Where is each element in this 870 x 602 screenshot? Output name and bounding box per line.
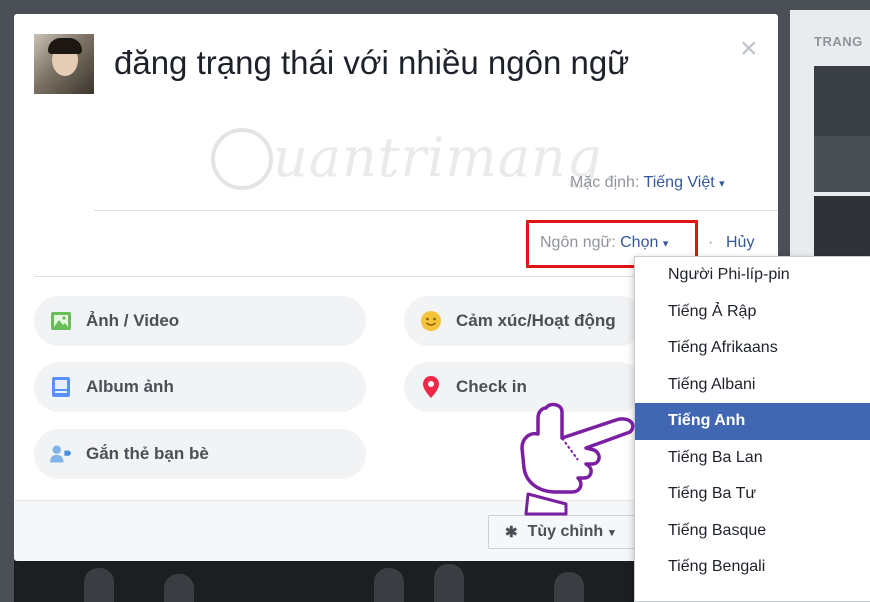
language-selector[interactable]: Chọn ▾ bbox=[620, 234, 668, 251]
background-section-label: TRANG bbox=[814, 34, 863, 49]
pointing-hand-icon bbox=[520, 402, 635, 516]
language-option[interactable]: Tiếng Ả Rập bbox=[635, 294, 870, 331]
cancel-link[interactable]: Hủy bbox=[726, 234, 754, 252]
language-option[interactable]: Tiếng Albani bbox=[635, 367, 870, 404]
background-thumbnail bbox=[814, 66, 870, 136]
status-text-input[interactable]: đăng trạng thái với nhiều ngôn ngữ bbox=[114, 44, 629, 82]
feeling-activity-label: Cảm xúc/Hoạt động bbox=[456, 311, 616, 330]
default-language-label: Mặc định: bbox=[570, 174, 640, 191]
divider bbox=[94, 210, 778, 211]
watermark-logo: uantrimang bbox=[211, 126, 601, 206]
language-option[interactable]: Tiếng Ba Tư bbox=[635, 476, 870, 513]
tag-friends-button[interactable]: Gắn thẻ bạn bè bbox=[34, 429, 366, 479]
check-in-label: Check in bbox=[456, 377, 527, 396]
close-icon[interactable]: × bbox=[740, 34, 758, 64]
feeling-activity-button[interactable]: Cảm xúc/Hoạt động bbox=[404, 296, 644, 346]
language-dropdown: Người Phi-líp-pin Tiếng Ả Rập Tiếng Afri… bbox=[634, 256, 870, 602]
smiley-icon bbox=[420, 310, 442, 332]
default-language-selector[interactable]: Tiếng Việt ▾ bbox=[644, 174, 725, 191]
photo-video-label: Ảnh / Video bbox=[86, 311, 180, 330]
caret-down-icon: ▾ bbox=[662, 238, 669, 250]
caret-down-icon: ▾ bbox=[719, 178, 725, 190]
location-pin-icon bbox=[420, 376, 442, 398]
language-label: Ngôn ngữ: bbox=[540, 234, 616, 251]
language-option[interactable]: Tiếng Afrikaans bbox=[635, 330, 870, 367]
tag-friends-label: Gắn thẻ bạn bè bbox=[86, 444, 209, 463]
album-label: Album ảnh bbox=[86, 377, 174, 396]
photo-video-button[interactable]: Ảnh / Video bbox=[34, 296, 366, 346]
gear-icon: ✱ bbox=[505, 524, 518, 541]
album-icon bbox=[50, 376, 72, 398]
avatar bbox=[34, 34, 94, 94]
album-button[interactable]: Album ảnh bbox=[34, 362, 366, 412]
language-option[interactable]: Tiếng Bengali bbox=[635, 549, 870, 586]
customize-label: Tùy chỉnh bbox=[527, 523, 604, 540]
separator: · bbox=[708, 234, 714, 251]
background-video-strip bbox=[14, 560, 634, 602]
language-option[interactable]: Người Phi-líp-pin bbox=[635, 257, 870, 294]
tag-friends-icon bbox=[50, 443, 72, 465]
language-option[interactable]: Tiếng Basque bbox=[635, 513, 870, 550]
default-language-row: Mặc định: Tiếng Việt ▾ bbox=[570, 174, 725, 192]
background-thumbnail bbox=[814, 196, 870, 256]
background-thumbnail bbox=[814, 136, 870, 192]
photo-icon bbox=[50, 310, 72, 332]
language-row: Ngôn ngữ: Chọn ▾ bbox=[540, 234, 668, 252]
language-option[interactable]: Tiếng Ba Lan bbox=[635, 440, 870, 477]
caret-down-icon: ▾ bbox=[609, 526, 615, 539]
language-option-selected[interactable]: Tiếng Anh bbox=[635, 403, 870, 440]
